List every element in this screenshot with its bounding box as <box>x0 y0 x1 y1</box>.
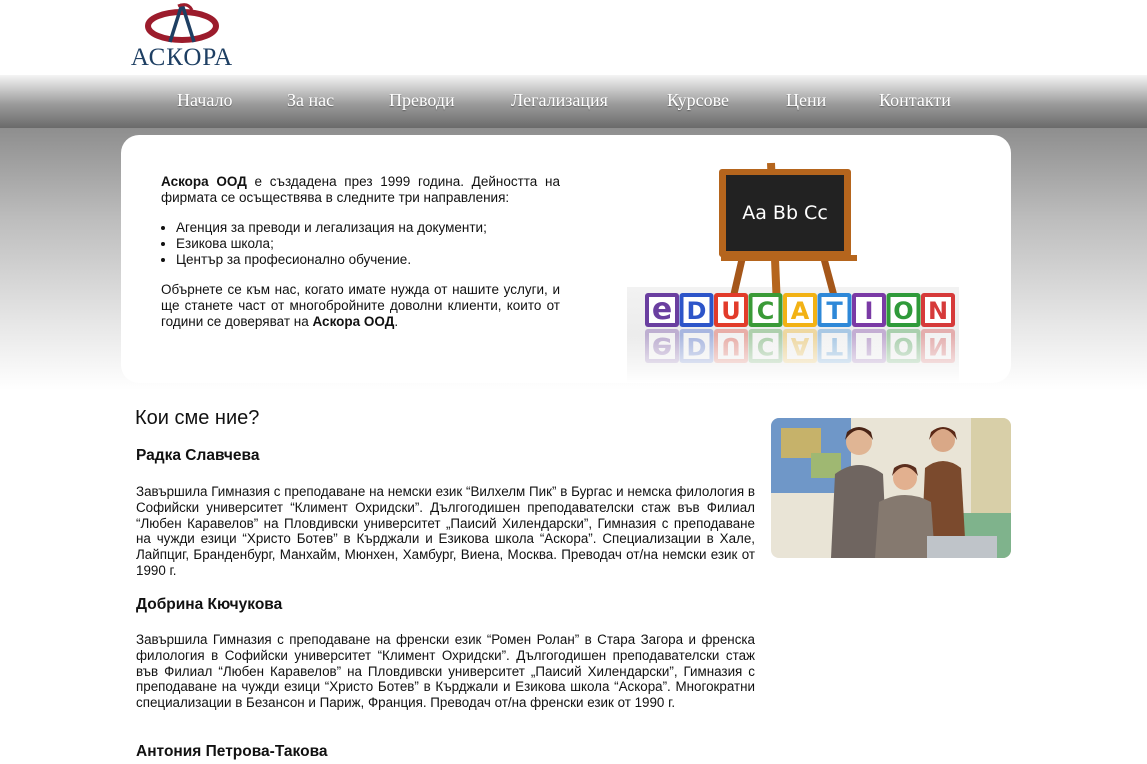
easel <box>719 162 857 308</box>
main-navigation: Начало За нас Преводи Легализация Курсов… <box>0 75 1147 128</box>
services-list: Агенция за преводи и легализация на доку… <box>161 220 560 268</box>
logo-text: АСКОРА <box>130 44 234 71</box>
letter-cube: O <box>886 293 921 327</box>
cube-letter: O <box>893 297 913 325</box>
person-name: Антония Петрова-Такова <box>136 743 328 760</box>
nav-translations[interactable]: Преводи <box>389 90 455 111</box>
list-item: Център за професионално обучение. <box>176 252 560 268</box>
nav-legalization[interactable]: Легализация <box>511 90 608 111</box>
person-name: Добрина Кючукова <box>136 596 283 613</box>
person-bio: Завършила Гимназия с преподаване на френ… <box>136 632 755 711</box>
cube-letter: T <box>826 297 843 325</box>
letter-cube: N <box>921 293 955 327</box>
education-illustration: Aa Bb Cc eDUCATION eDUCATION <box>627 162 959 383</box>
team-photo <box>771 418 1011 558</box>
nav-about[interactable]: За нас <box>287 90 334 111</box>
chalkboard-text: Aa Bb Cc <box>742 202 828 224</box>
cube-letter: A <box>791 297 810 325</box>
intro-card: Аскора ООД е създадена през 1999 година.… <box>121 135 1011 383</box>
company-name: Аскора ООД <box>161 174 247 189</box>
nav-home[interactable]: Начало <box>177 90 232 111</box>
letter-cube: U <box>714 293 748 327</box>
letter-cube: e <box>645 292 679 327</box>
company-name: Аскора ООД <box>312 314 395 329</box>
person-name: Радка Славчева <box>136 447 260 464</box>
section-title: Кои сме ние? <box>135 407 260 429</box>
nav-courses[interactable]: Курсове <box>667 90 729 111</box>
education-cubes: eDUCATION <box>645 292 955 327</box>
intro-paragraph-2: Обърнете се към нас, когато имате нужда … <box>161 282 560 329</box>
cube-letter: C <box>757 297 775 325</box>
letter-cube: C <box>748 293 783 327</box>
cube-letter: e <box>652 292 672 327</box>
letter-cube: D <box>679 293 714 327</box>
logo[interactable]: АСКОРА <box>130 2 234 72</box>
letter-cube: T <box>817 293 852 327</box>
list-item: Езикова школа; <box>176 236 560 252</box>
nav-prices[interactable]: Цени <box>786 90 826 111</box>
cube-letter: D <box>687 297 707 325</box>
intro-paragraph-1: Аскора ООД е създадена през 1999 година.… <box>161 174 560 205</box>
letter-cube: A <box>783 293 817 327</box>
list-item: Агенция за преводи и легализация на доку… <box>176 220 560 236</box>
nav-contacts[interactable]: Контакти <box>879 90 951 111</box>
logo-emblem-icon <box>145 3 219 43</box>
cube-letter: U <box>721 297 741 325</box>
intro-text: Аскора ООД е създадена през 1999 година.… <box>161 174 560 330</box>
cube-letter: N <box>928 297 948 325</box>
letter-cube: I <box>852 293 886 327</box>
cube-letter: I <box>865 297 874 325</box>
person-bio: Завършила Гимназия с преподаване на немс… <box>136 484 755 578</box>
